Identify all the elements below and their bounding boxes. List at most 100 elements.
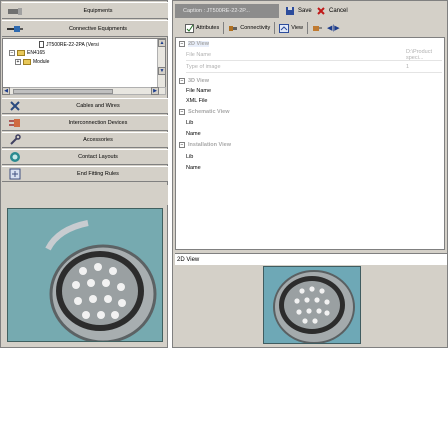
property-key: Lib xyxy=(186,120,194,126)
property-row[interactable]: Name xyxy=(186,163,444,173)
property-row[interactable]: File Name D:\Product speci... xyxy=(186,49,444,61)
section-installation-view[interactable]: − Installation View xyxy=(176,140,444,150)
cable-icon xyxy=(2,100,28,112)
tab-scroll-arrows-icon[interactable]: ◀|▶ xyxy=(327,24,340,32)
toolbar-divider xyxy=(223,22,225,34)
scroll-right-icon[interactable]: ▶ xyxy=(151,87,159,95)
collapse-icon[interactable]: − xyxy=(179,78,185,84)
scroll-down-icon[interactable]: ▼ xyxy=(158,67,165,75)
connector-icon xyxy=(2,6,28,16)
section-3d-view[interactable]: − 3D View xyxy=(176,76,444,86)
scroll-up-icon[interactable]: ▲ xyxy=(158,39,165,47)
nav-end-fitting-rules[interactable]: End Fitting Rules xyxy=(2,166,168,182)
property-row[interactable]: Name xyxy=(186,129,444,139)
row-divider xyxy=(186,60,442,61)
properties-grid: − 2D View File Name D:\Product speci... … xyxy=(175,37,445,250)
nav-label: Connective Equipments xyxy=(68,25,128,32)
collapse-icon[interactable]: − xyxy=(179,109,185,115)
property-row[interactable]: Type of image 1 xyxy=(186,62,444,72)
save-icon xyxy=(286,7,294,15)
collapse-icon[interactable]: − xyxy=(179,142,185,148)
nav-connective-equipments[interactable]: Connective Equipments xyxy=(2,20,168,37)
tree-vertical-scrollbar[interactable]: ▲ ▼ xyxy=(157,39,165,91)
toolbar-divider xyxy=(307,22,309,34)
caption-tab[interactable]: Caption : JT500RE-22-2P... xyxy=(175,4,279,18)
navigation-panel: Equipments Connective Equipments JT500RE… xyxy=(0,0,168,348)
scroll-left-icon[interactable]: ◀ xyxy=(2,87,10,95)
contact-layout-icon xyxy=(2,151,28,163)
save-label: Save xyxy=(298,8,312,14)
scroll-thumb[interactable] xyxy=(13,89,113,94)
nav-empty-area xyxy=(2,185,168,205)
equipment-tree[interactable]: JT500RE-22-2PA (Versi − EN4165 + Module … xyxy=(2,38,166,92)
nav-contact-layouts[interactable]: Contact Layouts xyxy=(2,149,168,165)
view-toolbar: Attributes Connectivity View ◀|▶ xyxy=(185,21,340,35)
save-button[interactable]: Save xyxy=(285,4,312,18)
section-schematic-view[interactable]: − Schematic View xyxy=(176,107,444,117)
property-row[interactable]: File Name xyxy=(186,86,444,96)
nav-interconnection-devices[interactable]: Interconnection Devices xyxy=(2,115,168,131)
section-2d-view[interactable]: − 2D View xyxy=(176,39,444,49)
attributes-button[interactable]: Attributes xyxy=(185,23,220,33)
property-row[interactable]: Lib xyxy=(186,152,444,162)
attributes-icon xyxy=(185,23,194,33)
property-key: Name xyxy=(186,131,201,137)
connectivity-button[interactable]: Connectivity xyxy=(228,24,270,33)
section-title: 3D View xyxy=(188,78,209,84)
document-icon xyxy=(39,41,44,48)
section-title: Schematic View xyxy=(188,109,230,115)
tree-item-label: EN4165 xyxy=(27,50,46,56)
property-key: File Name xyxy=(186,88,212,94)
nav-label: Contact Layouts xyxy=(78,154,118,160)
property-row[interactable]: XML File xyxy=(186,96,444,106)
property-key: XML File xyxy=(186,98,208,104)
property-key: Type of image xyxy=(186,64,221,70)
nav-label: Cables and Wires xyxy=(76,103,120,109)
nav-accessories[interactable]: Accessories xyxy=(2,132,168,148)
tree-item-label: Module xyxy=(33,59,50,65)
property-key: Lib xyxy=(186,154,194,160)
nav-label: End Fitting Rules xyxy=(77,171,119,177)
view-button[interactable]: View xyxy=(279,23,304,33)
tree-horizontal-scrollbar[interactable]: ◀ ▶ xyxy=(2,87,166,95)
expand-icon[interactable]: + xyxy=(15,59,21,65)
close-icon xyxy=(317,7,325,15)
row-divider xyxy=(186,72,442,73)
tree-item[interactable]: − EN4165 xyxy=(9,50,45,56)
cancel-button[interactable]: Cancel xyxy=(316,4,348,18)
view-panel-title: 2D View xyxy=(175,253,447,265)
connectivity-label: Connectivity xyxy=(240,25,271,31)
nav-label: Accessories xyxy=(83,137,113,143)
connector-photo xyxy=(7,208,163,342)
view-label: View xyxy=(291,25,304,31)
view-icon xyxy=(279,23,290,33)
nav-label: Equipments xyxy=(83,7,113,14)
nav-label: Interconnection Devices xyxy=(68,120,128,126)
section-title: 2D View xyxy=(188,41,209,47)
tree-item[interactable]: JT500RE-22-2PA (Versi xyxy=(39,41,99,48)
tree-item-label: JT500RE-22-2PA (Versi xyxy=(46,41,99,48)
property-key: File Name xyxy=(186,52,212,58)
tree-item[interactable]: + Module xyxy=(15,59,49,65)
attributes-label: Attributes xyxy=(196,25,220,31)
connectivity-icon xyxy=(229,25,238,31)
cancel-label: Cancel xyxy=(329,8,348,14)
section-title: Installation View xyxy=(188,142,231,148)
nav-cables-wires[interactable]: Cables and Wires xyxy=(2,98,168,114)
wrench-icon xyxy=(2,134,28,146)
details-panel: Caption : JT500RE-22-2P... Save Cancel A… xyxy=(172,0,448,348)
folder-icon xyxy=(23,59,31,65)
property-value: 1 xyxy=(406,64,410,70)
interconnect-icon xyxy=(2,118,28,128)
collapse-icon[interactable]: − xyxy=(179,41,185,47)
plug-icon[interactable] xyxy=(312,24,323,33)
plug-icon xyxy=(2,24,28,34)
collapse-icon[interactable]: − xyxy=(9,50,15,56)
property-key: Name xyxy=(186,165,201,171)
rules-icon xyxy=(2,168,28,180)
folder-icon xyxy=(17,50,25,56)
nav-equipments[interactable]: Equipments xyxy=(2,2,168,19)
property-row[interactable]: Lib xyxy=(186,118,444,128)
connector-preview-image xyxy=(263,266,361,344)
toolbar-divider xyxy=(274,22,276,34)
